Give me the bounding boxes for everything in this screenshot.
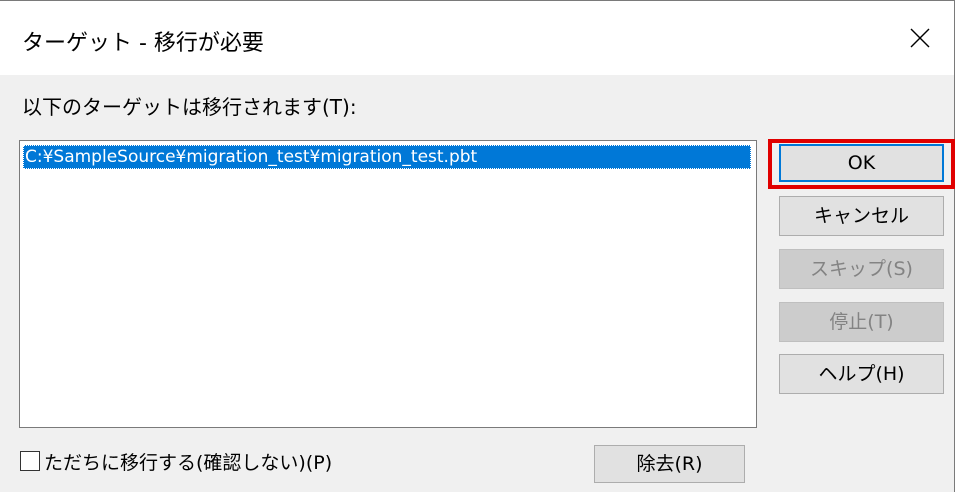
target-list[interactable]: C:¥SampleSource¥migration_test¥migration…	[19, 140, 757, 428]
cancel-button[interactable]: キャンセル	[779, 196, 944, 236]
title-bar: ターゲット - 移行が必要	[0, 1, 954, 75]
close-button[interactable]	[888, 1, 954, 75]
checkbox-box[interactable]	[20, 451, 40, 471]
window-title: ターゲット - 移行が必要	[22, 31, 264, 56]
skip-button[interactable]: スキップ(S)	[779, 249, 944, 289]
ok-button-highlight	[768, 139, 955, 189]
migration-required-dialog: ターゲット - 移行が必要 以下のターゲットは移行されます(T): C:¥Sam…	[0, 0, 955, 492]
remove-button[interactable]: 除去(R)	[594, 445, 745, 483]
targets-prompt-label: 以下のターゲットは移行されます(T):	[22, 95, 357, 119]
list-item[interactable]: C:¥SampleSource¥migration_test¥migration…	[23, 145, 751, 169]
checkbox-label: ただちに移行する(確認しない)(P)	[44, 452, 333, 474]
help-button[interactable]: ヘルプ(H)	[779, 354, 944, 394]
stop-button[interactable]: 停止(T)	[779, 302, 944, 342]
close-icon	[910, 28, 930, 48]
